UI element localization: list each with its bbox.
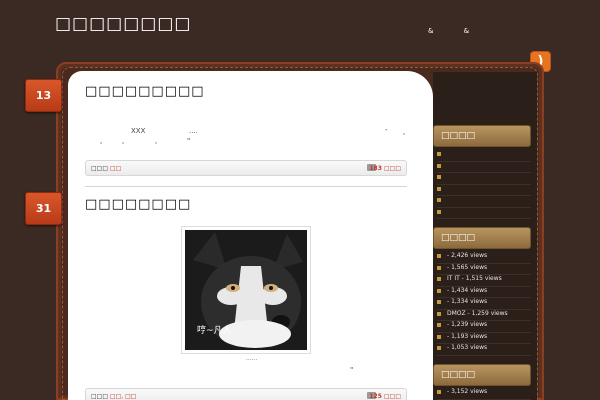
widget-item[interactable]: IT IT - 1,515 views bbox=[437, 275, 531, 287]
widget-item[interactable]: - 1,193 views bbox=[437, 332, 531, 344]
widget-item[interactable]: - 1,053 views bbox=[437, 344, 531, 356]
post-category: □□□ □□, □□ bbox=[91, 393, 136, 400]
excerpt-fragment: , bbox=[100, 137, 103, 145]
site-title[interactable]: □□□□□□□□ bbox=[55, 14, 192, 34]
widget-item-label: - 1,334 views bbox=[447, 298, 488, 305]
excerpt-fragment: .... bbox=[189, 127, 198, 135]
widget-item[interactable]: - 1,434 views bbox=[437, 286, 531, 298]
post-meta-bar: □□□ □□, □□ 125 □□□ bbox=[85, 388, 407, 400]
widget-item[interactable]: - 3,152 views bbox=[437, 388, 531, 400]
category-prefix: □□□ bbox=[91, 165, 109, 172]
widget-item[interactable]: - 1,334 views bbox=[437, 298, 531, 310]
widget-list bbox=[437, 150, 531, 219]
quote-mark: " bbox=[350, 366, 354, 374]
bullet-icon bbox=[437, 334, 441, 339]
widget-item[interactable] bbox=[437, 185, 531, 196]
widget-item[interactable] bbox=[437, 162, 531, 173]
widget-item-label: DMOZ - 1,259 views bbox=[447, 309, 508, 317]
widget-item[interactable] bbox=[437, 208, 531, 219]
bullet-icon bbox=[437, 346, 441, 350]
widget-list: - 3,152 views bbox=[437, 388, 531, 400]
bullet-icon bbox=[437, 254, 441, 258]
bullet-icon bbox=[437, 209, 441, 214]
widget-header: □□□□ bbox=[433, 364, 531, 386]
bullet-icon bbox=[437, 186, 441, 191]
excerpt-fragment: XXX bbox=[131, 127, 146, 135]
category-link[interactable]: □□, □□ bbox=[110, 393, 137, 400]
bullet-icon bbox=[437, 175, 441, 179]
widget-item[interactable] bbox=[437, 173, 531, 185]
bullet-icon bbox=[437, 198, 441, 202]
widget-item[interactable] bbox=[437, 196, 531, 208]
widget-list: - 2,426 views - 1,565 views IT IT - 1,51… bbox=[437, 252, 531, 356]
post-divider bbox=[85, 186, 407, 187]
date-badge: 31 bbox=[25, 192, 62, 225]
bullet-icon bbox=[437, 277, 441, 281]
widget-header: □□□□ bbox=[433, 125, 531, 147]
post-category: □□□ □□ bbox=[91, 165, 121, 172]
widget-item[interactable] bbox=[437, 150, 531, 162]
bullet-icon bbox=[437, 163, 441, 168]
bullet-icon bbox=[437, 300, 441, 304]
widget-item[interactable]: - 1,239 views bbox=[437, 321, 531, 333]
excerpt-fragment: , bbox=[403, 128, 406, 136]
widget-item-label: - 2,426 views bbox=[447, 252, 488, 259]
widget-item[interactable]: DMOZ - 1,259 views bbox=[437, 309, 531, 321]
widget-item-label: - 1,565 views bbox=[447, 263, 488, 271]
bullet-icon bbox=[437, 265, 441, 270]
tagline: & & bbox=[428, 27, 470, 35]
post-meta-bar: □□□ □□ 183 □□□ bbox=[85, 160, 407, 176]
under-image-text: ...... bbox=[246, 355, 258, 362]
bullet-icon bbox=[437, 390, 441, 394]
post-image[interactable]: 哼~凡人 bbox=[181, 226, 311, 354]
widget-header: □□□□ bbox=[433, 227, 531, 249]
post-title[interactable]: □□□□□□□□ bbox=[85, 197, 191, 212]
bullet-icon bbox=[437, 323, 441, 327]
comment-count[interactable]: 125 □□□ bbox=[369, 393, 401, 400]
widget-item-label: - 1,053 views bbox=[447, 344, 488, 351]
bullet-icon bbox=[437, 152, 441, 156]
excerpt-fragment: " bbox=[187, 137, 191, 145]
widget-item-label: - 3,152 views bbox=[447, 388, 488, 395]
excerpt-fragment: , bbox=[155, 137, 158, 145]
image-caption: 哼~凡人 bbox=[197, 326, 232, 336]
bullet-icon bbox=[437, 311, 441, 316]
excerpt-fragment: - bbox=[385, 126, 388, 134]
widget-item-label: - 1,193 views bbox=[447, 332, 488, 340]
date-badge: 13 bbox=[25, 79, 62, 112]
category-prefix: □□□ bbox=[91, 393, 109, 400]
bullet-icon bbox=[437, 288, 441, 293]
comment-count[interactable]: 183 □□□ bbox=[369, 165, 401, 172]
category-link[interactable]: □□ bbox=[110, 165, 121, 172]
widget-item-label: - 1,434 views bbox=[447, 286, 488, 294]
excerpt-fragment: , bbox=[122, 137, 125, 145]
widget-item-label: IT IT - 1,515 views bbox=[447, 275, 502, 282]
husky-image: 哼~凡人 bbox=[185, 230, 307, 350]
post-title[interactable]: □□□□□□□□□ bbox=[85, 84, 205, 99]
widget-item-label: - 1,239 views bbox=[447, 321, 488, 328]
widget-item[interactable]: - 2,426 views bbox=[437, 252, 531, 264]
widget-item[interactable]: - 1,565 views bbox=[437, 263, 531, 275]
